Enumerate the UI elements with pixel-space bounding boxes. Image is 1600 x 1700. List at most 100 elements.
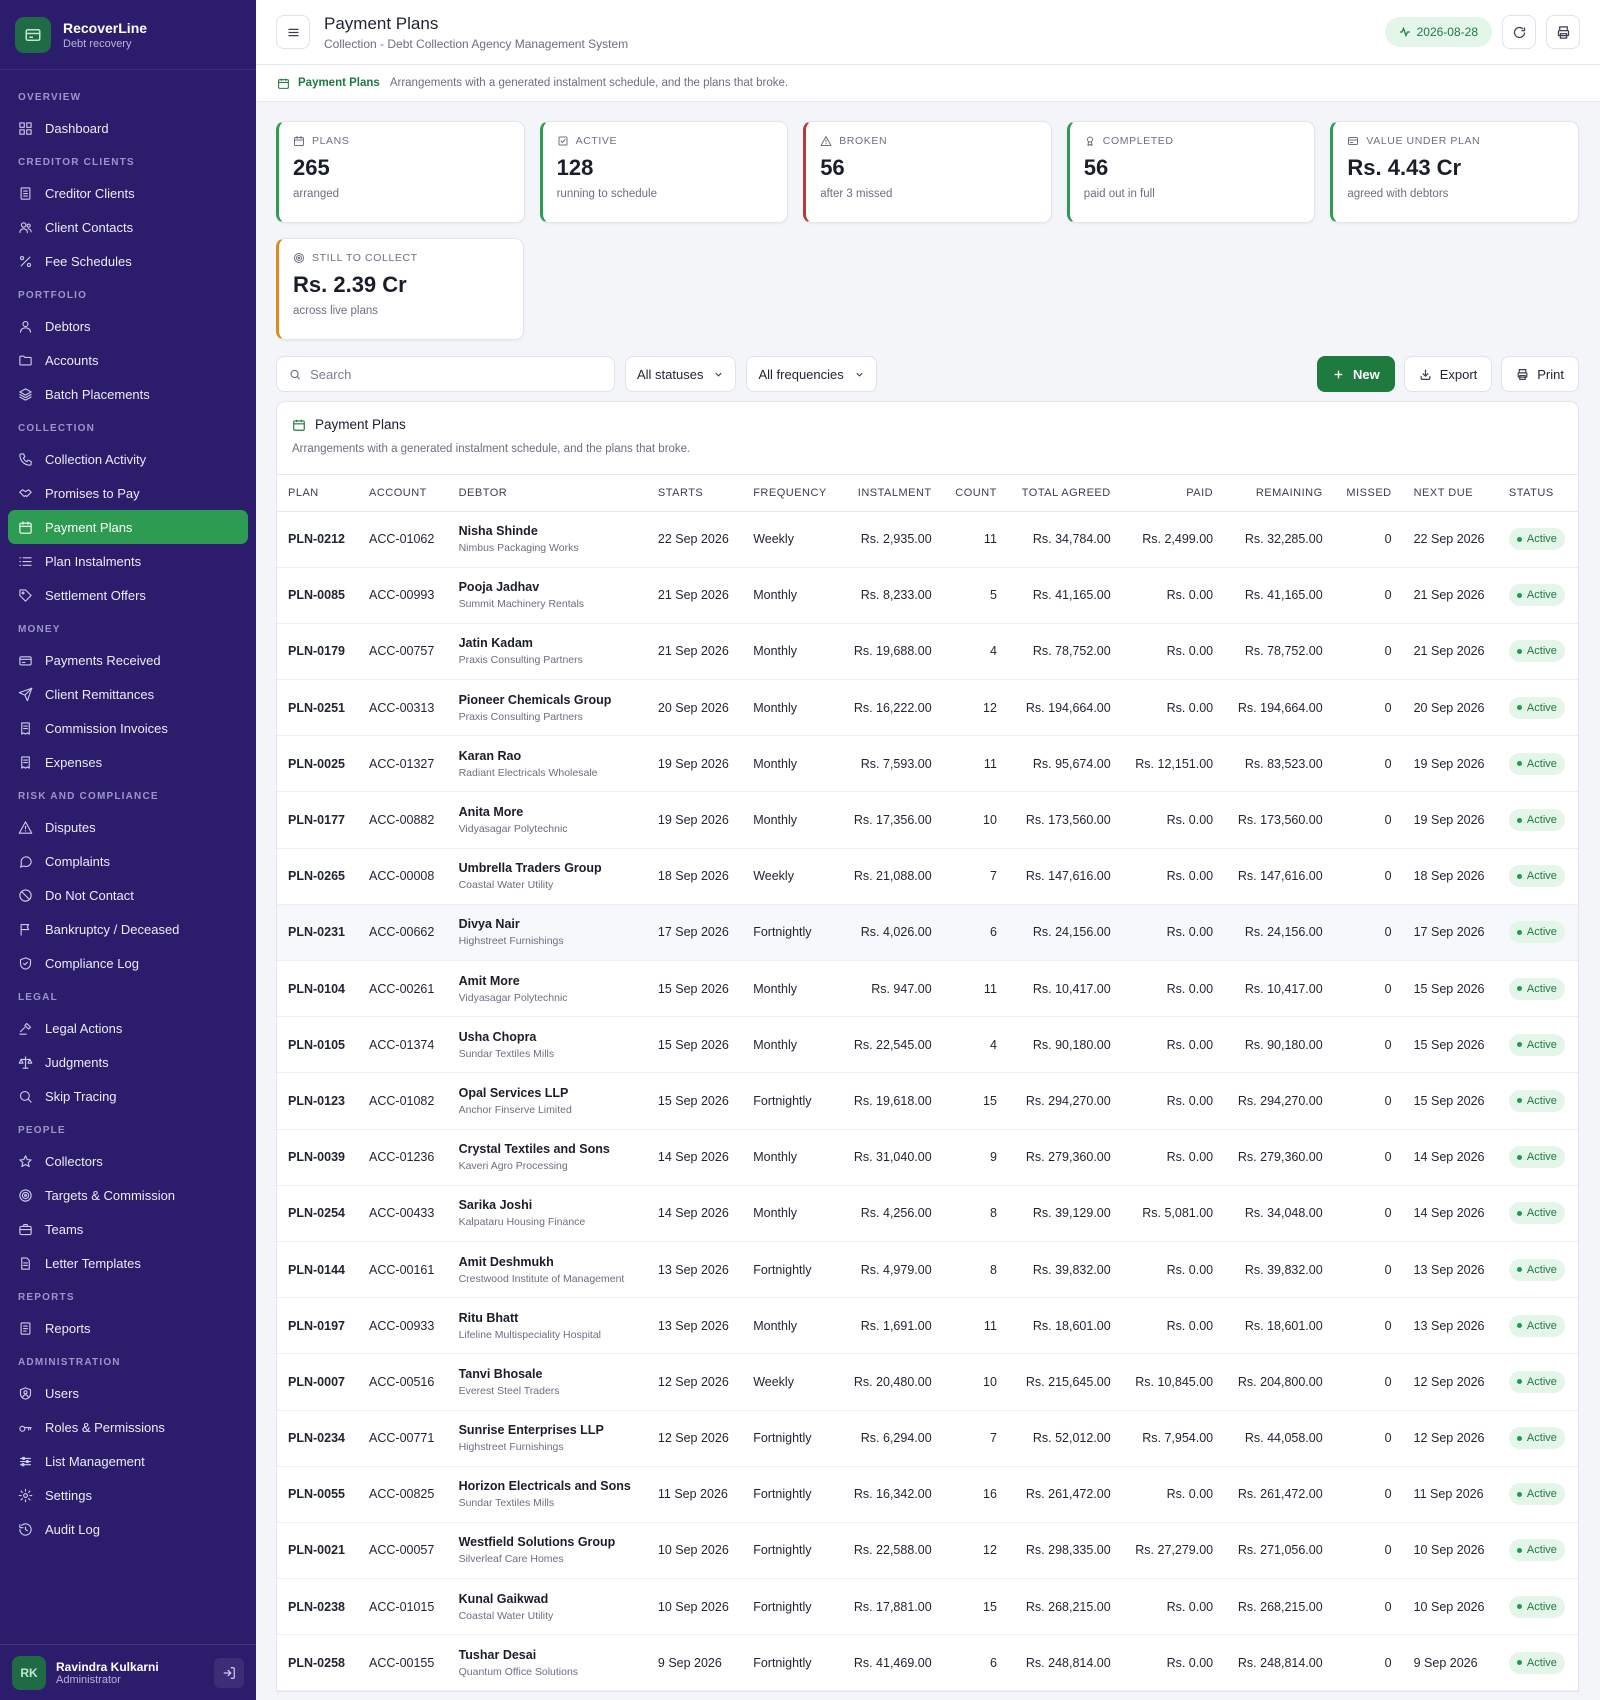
sidebar-item-collectors[interactable]: Collectors xyxy=(8,1144,248,1178)
table-row[interactable]: PLN-0025 ACC-01327 Karan Rao Radiant Electr… xyxy=(277,735,1578,793)
debtor-cell[interactable]: Nisha Shinde Nimbus Packaging Works xyxy=(447,511,647,568)
column-header-paid[interactable]: Paid xyxy=(1121,475,1225,512)
debtor-cell[interactable]: Kunal Gaikwad Coastal Water Utility xyxy=(447,1578,647,1636)
sidebar-item-fee-schedules[interactable]: Fee Schedules xyxy=(8,244,248,278)
debtor-cell[interactable]: Tushar Desai Quantum Office Solutions xyxy=(447,1634,647,1692)
debtor-cell[interactable]: Horizon Electricals and Sons Sundar Texti… xyxy=(447,1466,647,1523)
sidebar-item-teams[interactable]: Teams xyxy=(8,1212,248,1246)
column-header-total-agreed[interactable]: Total Agreed xyxy=(1007,475,1122,512)
debtor-cell[interactable]: Crystal Textiles and Sons Kaveri Agro Pro… xyxy=(447,1129,647,1186)
sidebar-item-dashboard[interactable]: Dashboard xyxy=(8,111,248,145)
table-row[interactable]: PLN-0234 ACC-00771 Sunrise Enterprises LLP… xyxy=(277,1410,1578,1467)
table-row[interactable]: PLN-0177 ACC-00882 Anita More Vidyasagar Po… xyxy=(277,791,1578,849)
debtor-cell[interactable]: Anita More Vidyasagar Polytechnic xyxy=(447,791,647,849)
table-row[interactable]: PLN-0085 ACC-00993 Pooja Jadhav Summit Mach… xyxy=(277,567,1578,624)
sidebar-item-roles-permissions[interactable]: Roles & Permissions xyxy=(8,1410,248,1444)
sidebar-item-targets-commission[interactable]: Targets & Commission xyxy=(8,1178,248,1212)
table-row[interactable]: PLN-0212 ACC-01062 Nisha Shinde Nimbus Pack… xyxy=(277,511,1578,568)
sidebar-item-promises-to-pay[interactable]: Promises to Pay xyxy=(8,476,248,510)
sidebar-item-users[interactable]: Users xyxy=(8,1376,248,1410)
table-row[interactable]: PLN-0197 ACC-00933 Ritu Bhatt Lifeline Mult… xyxy=(277,1297,1578,1355)
sidebar-item-creditor-clients[interactable]: Creditor Clients xyxy=(8,176,248,210)
column-header-status[interactable]: Status xyxy=(1497,475,1578,512)
table-row[interactable]: PLN-0238 ACC-01015 Kunal Gaikwad Coastal Wa… xyxy=(277,1578,1578,1636)
debtor-cell[interactable]: Usha Chopra Sundar Textiles Mills xyxy=(447,1016,647,1074)
sidebar-item-plan-instalments[interactable]: Plan Instalments xyxy=(8,544,248,578)
sidebar-item-compliance-log[interactable]: Compliance Log xyxy=(8,946,248,980)
sidebar-item-complaints[interactable]: Complaints xyxy=(8,844,248,878)
export-button[interactable]: Export xyxy=(1403,356,1493,392)
sidebar-item-disputes[interactable]: Disputes xyxy=(8,810,248,844)
sidebar-item-do-not-contact[interactable]: Do Not Contact xyxy=(8,878,248,912)
debtor-cell[interactable]: Amit Deshmukh Crestwood Institute of Mana… xyxy=(447,1241,647,1299)
sidebar-item-letter-templates[interactable]: Letter Templates xyxy=(8,1246,248,1280)
sidebar-item-batch-placements[interactable]: Batch Placements xyxy=(8,377,248,411)
sidebar-item-payments-received[interactable]: Payments Received xyxy=(8,643,248,677)
table-row[interactable]: PLN-0179 ACC-00757 Jatin Kadam Praxis Consu… xyxy=(277,623,1578,681)
table-row[interactable]: PLN-0144 ACC-00161 Amit Deshmukh Crestwood … xyxy=(277,1241,1578,1299)
new-plan-button[interactable]: New xyxy=(1316,356,1395,392)
sidebar-item-accounts[interactable]: Accounts xyxy=(8,343,248,377)
sidebar-item-debtors[interactable]: Debtors xyxy=(8,309,248,343)
print-button[interactable]: Print xyxy=(1501,356,1579,392)
column-header-plan[interactable]: Plan xyxy=(277,475,359,512)
print-header-button[interactable] xyxy=(1546,15,1580,49)
table-row[interactable]: PLN-0258 ACC-00155 Tushar Desai Quantum Off… xyxy=(277,1634,1578,1692)
sidebar-item-commission-invoices[interactable]: Commission Invoices xyxy=(8,711,248,745)
column-header-frequency[interactable]: Frequency xyxy=(742,475,841,512)
table-row[interactable]: PLN-0123 ACC-01082 Opal Services LLP Anchor… xyxy=(277,1072,1578,1130)
sidebar-item-legal-actions[interactable]: Legal Actions xyxy=(8,1011,248,1045)
logout-button[interactable] xyxy=(214,1657,244,1688)
table-row[interactable]: PLN-0105 ACC-01374 Usha Chopra Sundar Texti… xyxy=(277,1016,1578,1074)
debtor-cell[interactable]: Sarika Joshi Kalpataru Housing Finance xyxy=(447,1185,647,1242)
sidebar-item-list-management[interactable]: List Management xyxy=(8,1444,248,1478)
sidebar-item-settlement-offers[interactable]: Settlement Offers xyxy=(8,578,248,612)
column-header-next-due[interactable]: Next Due xyxy=(1402,475,1498,512)
column-header-account[interactable]: Account xyxy=(358,475,448,512)
debtor-cell[interactable]: Divya Nair Highstreet Furnishings xyxy=(447,904,647,962)
sidebar-item-client-contacts[interactable]: Client Contacts xyxy=(8,210,248,244)
table-row[interactable]: PLN-0021 ACC-00057 Westfield Solutions Gro… xyxy=(277,1522,1578,1580)
table-row[interactable]: PLN-0039 ACC-01236 Crystal Textiles and So… xyxy=(277,1129,1578,1186)
search-input[interactable] xyxy=(310,366,602,382)
column-header-count[interactable]: Count xyxy=(942,475,1008,512)
table-row[interactable]: PLN-0231 ACC-00662 Divya Nair Highstreet Fu… xyxy=(277,904,1578,962)
sidebar-item-bankruptcy-deceased[interactable]: Bankruptcy / Deceased xyxy=(8,912,248,946)
frequency-filter-select[interactable]: All frequencies xyxy=(746,356,877,392)
sidebar-item-judgments[interactable]: Judgments xyxy=(8,1045,248,1079)
debtor-cell[interactable]: Opal Services LLP Anchor Finserve Limited xyxy=(447,1072,647,1130)
sidebar-item-skip-tracing[interactable]: Skip Tracing xyxy=(8,1079,248,1113)
debtor-cell[interactable]: Ritu Bhatt Lifeline Multispeciality Hospi… xyxy=(447,1297,647,1355)
table-row[interactable]: PLN-0251 ACC-00313 Pioneer Chemicals Group… xyxy=(277,679,1578,737)
table-row[interactable]: PLN-0265 ACC-00008 Umbrella Traders Group C… xyxy=(277,848,1578,905)
debtor-cell[interactable]: Umbrella Traders Group Coastal Water Util… xyxy=(447,848,647,905)
sidebar-item-reports[interactable]: Reports xyxy=(8,1311,248,1345)
column-header-instalment[interactable]: Instalment xyxy=(840,475,943,512)
date-pill[interactable]: 2026-08-28 xyxy=(1384,17,1492,47)
status-filter-select[interactable]: All statuses xyxy=(625,356,737,392)
sidebar-item-audit-log[interactable]: Audit Log xyxy=(8,1512,248,1546)
refresh-button[interactable] xyxy=(1502,15,1536,49)
debtor-cell[interactable]: Karan Rao Radiant Electricals Wholesale xyxy=(447,735,647,793)
sidebar-item-payment-plans[interactable]: Payment Plans xyxy=(8,510,248,544)
sidebar-item-client-remittances[interactable]: Client Remittances xyxy=(8,677,248,711)
column-header-starts[interactable]: Starts xyxy=(646,475,743,512)
brand[interactable]: RecoverLine Debt recovery xyxy=(0,0,256,70)
debtor-cell[interactable]: Sunrise Enterprises LLP Highstreet Furnis… xyxy=(447,1410,647,1467)
table-row[interactable]: PLN-0055 ACC-00825 Horizon Electricals and… xyxy=(277,1466,1578,1523)
sidebar-item-expenses[interactable]: Expenses xyxy=(8,745,248,779)
debtor-cell[interactable]: Pioneer Chemicals Group Praxis Consulting… xyxy=(447,679,647,737)
column-header-debtor[interactable]: Debtor xyxy=(447,475,647,512)
sidebar-item-settings[interactable]: Settings xyxy=(8,1478,248,1512)
column-header-missed[interactable]: Missed xyxy=(1333,475,1403,512)
debtor-cell[interactable]: Westfield Solutions Group Silverleaf Care… xyxy=(447,1522,647,1580)
debtor-cell[interactable]: Amit More Vidyasagar Polytechnic xyxy=(447,960,647,1018)
table-row[interactable]: PLN-0254 ACC-00433 Sarika Joshi Kalpataru H… xyxy=(277,1185,1578,1242)
menu-toggle-button[interactable] xyxy=(276,15,310,49)
table-row[interactable]: PLN-0007 ACC-00516 Tanvi Bhosale Everest St… xyxy=(277,1353,1578,1411)
debtor-cell[interactable]: Jatin Kadam Praxis Consulting Partners xyxy=(447,623,647,681)
table-row[interactable]: PLN-0104 ACC-00261 Amit More Vidyasagar Pol… xyxy=(277,960,1578,1018)
search-box[interactable] xyxy=(276,356,615,392)
debtor-cell[interactable]: Tanvi Bhosale Everest Steel Traders xyxy=(447,1353,647,1411)
column-header-remaining[interactable]: Remaining xyxy=(1224,475,1334,512)
